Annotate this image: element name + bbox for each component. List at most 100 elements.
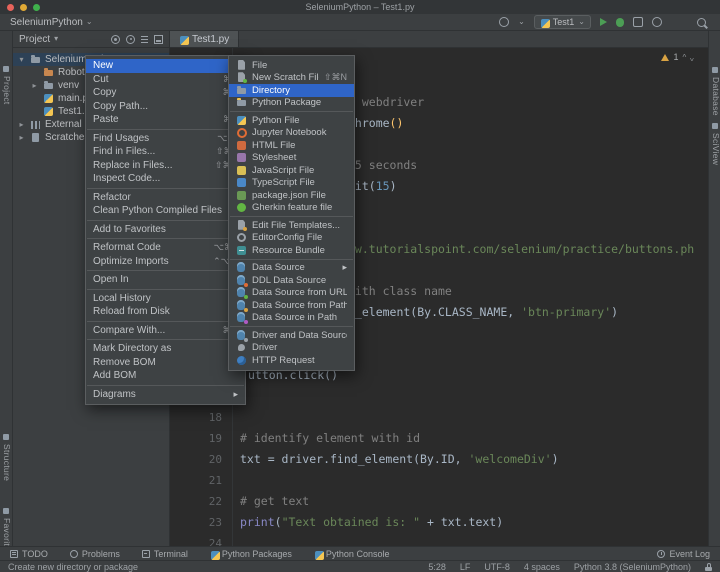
menu-item-add-bom[interactable]: Add BOM <box>86 369 245 383</box>
collapse-all-icon[interactable] <box>141 35 148 43</box>
code-line[interactable]: 20txt = driver.find_element(By.ID, 'welc… <box>170 449 708 470</box>
tool-button-project[interactable]: Project <box>2 76 12 105</box>
menu-item-data-source-from-path[interactable]: Data Source from Path <box>229 299 354 312</box>
menu-item-paste[interactable]: Paste⌘V <box>86 113 245 127</box>
menu-item-open-in[interactable]: Open In▸ <box>86 273 245 287</box>
menu-item-reload-from-disk[interactable]: Reload from Disk <box>86 305 245 319</box>
code-line[interactable]: 18 <box>170 407 708 428</box>
menu-item-mark-directory-as[interactable]: Mark Directory as▸ <box>86 342 245 356</box>
gear-icon[interactable] <box>126 35 135 44</box>
line-number[interactable]: 23 <box>170 512 222 533</box>
structure-tool-icon[interactable] <box>3 434 9 440</box>
minimize-window-button[interactable] <box>20 4 27 11</box>
next-warning-icon[interactable]: ^ <box>690 53 694 62</box>
zoom-window-button[interactable] <box>33 4 40 11</box>
menu-item-ddl-data-source[interactable]: DDL Data Source <box>229 274 354 287</box>
avatar-icon[interactable] <box>499 17 509 27</box>
menu-item-data-source-from-url[interactable]: Data Source from URL <box>229 287 354 300</box>
chevron-down-icon[interactable]: ▾ <box>54 35 58 43</box>
menu-item-replace-in-files[interactable]: Replace in Files...⇧⌘R <box>86 159 245 173</box>
menu-item-refactor[interactable]: Refactor▸ <box>86 191 245 205</box>
expand-chevron-icon[interactable]: ▸ <box>17 133 26 142</box>
menu-item-python-file[interactable]: Python File <box>229 114 354 127</box>
code-line[interactable]: 24 <box>170 533 708 546</box>
line-number[interactable]: 24 <box>170 533 222 546</box>
debug-button[interactable] <box>616 18 624 27</box>
editor-tab-test1[interactable]: Test1.py <box>170 31 239 47</box>
menu-item-directory[interactable]: Directory <box>229 84 354 97</box>
favorites-tool-icon[interactable] <box>3 508 9 514</box>
chevron-down-icon[interactable]: ⌄ <box>518 18 525 26</box>
search-icon[interactable] <box>697 18 706 27</box>
menu-item-python-package[interactable]: Python Package <box>229 97 354 110</box>
menu-item-remove-bom[interactable]: Remove BOM <box>86 356 245 370</box>
tool-button-problems[interactable]: Problems <box>70 549 120 559</box>
menu-item-copy-path[interactable]: Copy Path... <box>86 100 245 114</box>
menu-item-edit-file-templates[interactable]: Edit File Templates... <box>229 219 354 232</box>
menu-item-package-json-file[interactable]: package.json File <box>229 189 354 202</box>
menu-item-gherkin-feature-file[interactable]: Gherkin feature file <box>229 202 354 215</box>
tool-button-python-console[interactable]: Python Console <box>314 549 390 559</box>
menu-item-stylesheet[interactable]: Stylesheet <box>229 152 354 165</box>
project-panel-title[interactable]: Project <box>19 34 50 45</box>
sciview-tool-icon[interactable] <box>712 123 718 129</box>
run-config-selector[interactable]: Test1 ⌄ <box>534 15 591 29</box>
menu-item-clean-python-compiled-files[interactable]: Clean Python Compiled Files <box>86 204 245 218</box>
menu-item-copy[interactable]: Copy⌘C <box>86 86 245 100</box>
menu-item-find-in-files[interactable]: Find in Files...⇧⌘F <box>86 145 245 159</box>
menu-item-cut[interactable]: Cut⌘X <box>86 73 245 87</box>
tool-button-python-packages[interactable]: Python Packages <box>210 549 292 559</box>
close-window-button[interactable] <box>7 4 14 11</box>
collapse-chevron-icon[interactable]: ▾ <box>17 55 26 64</box>
tool-button-sciview[interactable]: SciView <box>711 133 720 165</box>
code-line[interactable]: 22# get text <box>170 491 708 512</box>
coverage-button[interactable] <box>633 17 643 27</box>
status-widget-python-3-8-seleniumpython[interactable]: Python 3.8 (SeleniumPython) <box>574 562 691 572</box>
status-widget-5-28[interactable]: 5:28 <box>428 562 446 572</box>
menu-item-editorconfig-file[interactable]: EditorConfig File <box>229 232 354 245</box>
menu-item-new-scratch-file[interactable]: New Scratch File⇧⌘N <box>229 72 354 85</box>
line-number[interactable]: 18 <box>170 407 222 428</box>
expand-chevron-icon[interactable]: ▸ <box>17 120 26 129</box>
prev-warning-icon[interactable]: ^ <box>682 53 686 62</box>
code-line[interactable]: 19# identify element with id <box>170 428 708 449</box>
tool-button-terminal[interactable]: Terminal <box>142 549 188 559</box>
tool-button-event-log[interactable]: Event Log <box>657 549 710 559</box>
project-tool-icon[interactable] <box>3 66 9 72</box>
tool-button-database[interactable]: Database <box>711 77 720 116</box>
menu-item-data-source-in-path[interactable]: Data Source in Path <box>229 312 354 325</box>
menu-item-driver[interactable]: Driver <box>229 342 354 355</box>
menu-item-diagrams[interactable]: Diagrams▸ <box>86 388 245 402</box>
menu-item-local-history[interactable]: Local History▸ <box>86 292 245 306</box>
profiler-button[interactable] <box>652 17 662 27</box>
menu-item-resource-bundle[interactable]: Resource Bundle <box>229 244 354 257</box>
code-line[interactable]: 17 <box>170 386 708 407</box>
project-breadcrumb[interactable]: SeleniumPython ⌄ <box>10 17 93 28</box>
menu-item-find-usages[interactable]: Find Usages⌥F7 <box>86 132 245 146</box>
menu-item-http-request[interactable]: HTTP Request <box>229 354 354 367</box>
line-number[interactable]: 20 <box>170 449 222 470</box>
menu-item-typescript-file[interactable]: TypeScript File <box>229 177 354 190</box>
menu-item-jupyter-notebook[interactable]: Jupyter Notebook <box>229 127 354 140</box>
code-line[interactable]: 23print("Text obtained is: " + txt.text) <box>170 512 708 533</box>
menu-item-data-source[interactable]: Data Source▸ <box>229 262 354 275</box>
menu-item-file[interactable]: File <box>229 59 354 72</box>
menu-item-reformat-code[interactable]: Reformat Code⌥⌘L <box>86 241 245 255</box>
tool-button-todo[interactable]: TODO <box>10 549 48 559</box>
expand-chevron-icon[interactable]: ▸ <box>30 81 39 90</box>
status-widget-utf-8[interactable]: UTF-8 <box>484 562 510 572</box>
tool-button-structure[interactable]: Structure <box>2 444 12 481</box>
run-button[interactable] <box>600 18 607 26</box>
line-number[interactable]: 22 <box>170 491 222 512</box>
status-widget-lf[interactable]: LF <box>460 562 471 572</box>
menu-item-add-to-favorites[interactable]: Add to Favorites▸ <box>86 223 245 237</box>
menu-item-javascript-file[interactable]: JavaScript File <box>229 164 354 177</box>
lock-icon[interactable] <box>705 563 712 571</box>
database-tool-icon[interactable] <box>712 67 718 73</box>
menu-item-new[interactable]: New▸ <box>86 59 245 73</box>
menu-item-inspect-code[interactable]: Inspect Code... <box>86 172 245 186</box>
status-widget-4-spaces[interactable]: 4 spaces <box>524 562 560 572</box>
locate-icon[interactable] <box>111 35 120 44</box>
hide-panel-icon[interactable] <box>154 35 163 44</box>
inspection-widget[interactable]: 1 ^ ^ <box>661 52 694 62</box>
